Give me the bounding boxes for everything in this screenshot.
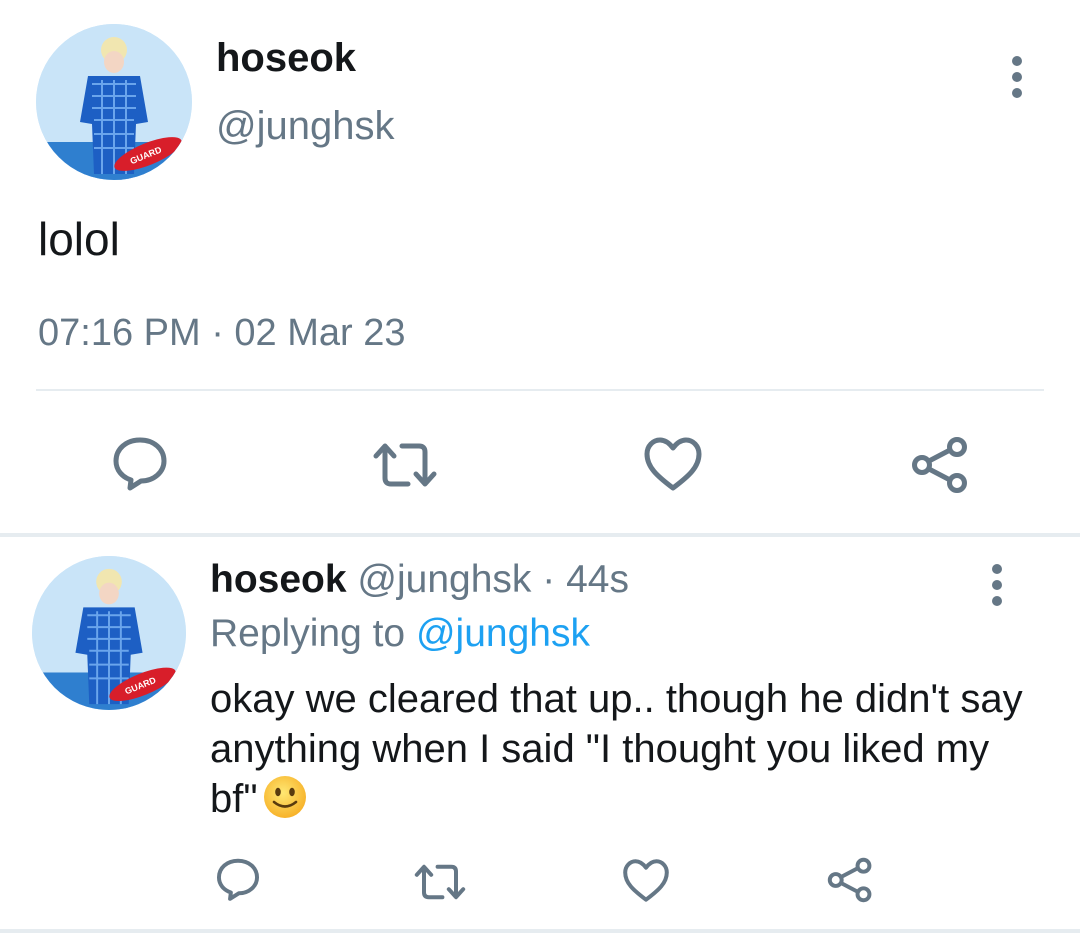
replying-prefix: Replying to bbox=[210, 612, 406, 655]
dot bbox=[992, 564, 1002, 574]
reply-age: 44s bbox=[566, 558, 629, 601]
retweet-button[interactable] bbox=[370, 440, 440, 490]
replying-to-line: Replying to @junghsk bbox=[210, 612, 590, 656]
reply-text-content: okay we cleared that up.. though he didn… bbox=[210, 677, 1023, 821]
reply-author-name[interactable]: hoseok bbox=[210, 558, 347, 601]
retweet-button[interactable] bbox=[412, 862, 468, 902]
dot bbox=[1012, 56, 1022, 66]
dot bbox=[1012, 72, 1022, 82]
share-icon bbox=[827, 857, 872, 903]
like-icon bbox=[644, 437, 702, 491]
more-options-icon[interactable] bbox=[1005, 56, 1029, 98]
like-button[interactable] bbox=[643, 436, 703, 492]
reply-author-avatar[interactable]: GUARD bbox=[32, 556, 186, 710]
reply-header: hoseok @junghsk · 44s bbox=[210, 558, 629, 602]
dot bbox=[992, 580, 1002, 590]
section-separator bbox=[0, 533, 1080, 537]
share-button[interactable] bbox=[910, 436, 970, 494]
author-handle[interactable]: @junghsk bbox=[216, 104, 394, 149]
author-name[interactable]: hoseok bbox=[216, 36, 356, 81]
reply-button[interactable] bbox=[110, 434, 170, 492]
separator-dot: · bbox=[542, 558, 556, 601]
share-icon bbox=[912, 437, 967, 493]
share-button[interactable] bbox=[826, 857, 874, 903]
dot bbox=[1012, 88, 1022, 98]
avatar-photo: GUARD bbox=[32, 556, 186, 710]
slightly-smiling-face-icon bbox=[262, 774, 308, 832]
retweet-icon bbox=[373, 443, 437, 487]
replying-mention-link[interactable]: @junghsk bbox=[416, 612, 590, 655]
avatar-photo: GUARD bbox=[36, 24, 192, 180]
retweet-icon bbox=[414, 864, 466, 900]
like-icon bbox=[623, 859, 669, 902]
tweet-timestamp: 07:16 PM · 02 Mar 23 bbox=[38, 312, 406, 354]
like-button[interactable] bbox=[622, 858, 670, 903]
reply-icon bbox=[216, 858, 260, 901]
reply-button[interactable] bbox=[214, 856, 262, 902]
reply-text: okay we cleared that up.. though he didn… bbox=[210, 674, 1030, 832]
bottom-divider bbox=[0, 929, 1080, 933]
author-avatar[interactable]: GUARD bbox=[36, 24, 192, 180]
reply-author-handle[interactable]: @junghsk bbox=[357, 558, 531, 601]
reply-icon bbox=[113, 437, 167, 491]
dot bbox=[992, 596, 1002, 606]
main-tweet: GUARD hoseok @junghsk lolol 07:16 PM · 0… bbox=[0, 0, 1080, 533]
tweet-text: lolol bbox=[38, 213, 120, 265]
more-options-icon[interactable] bbox=[985, 564, 1009, 606]
divider bbox=[36, 389, 1044, 391]
